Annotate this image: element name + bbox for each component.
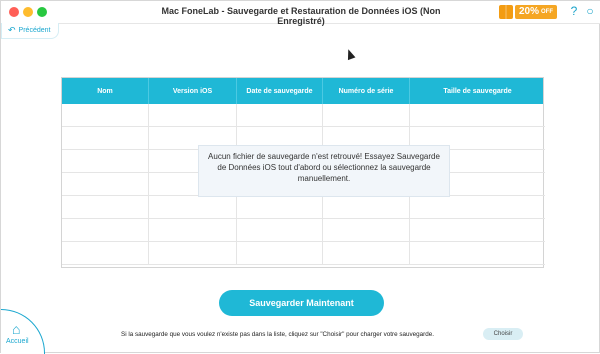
promo-badge[interactable]: 20% OFF: [499, 4, 561, 20]
table-cell: [62, 219, 149, 242]
home-button[interactable]: ⌂ Accueil: [1, 309, 45, 354]
table-cell: [62, 127, 149, 150]
table-cell: [237, 219, 323, 242]
column-header-backup-size[interactable]: Taille de sauvegarde: [410, 78, 545, 104]
home-label: Accueil: [6, 338, 29, 345]
no-backup-notice: Aucun fichier de sauvegarde n'est retrou…: [198, 145, 450, 197]
window-title: Mac FoneLab - Sauvegarde et Restauration…: [161, 6, 441, 26]
table-cell: [149, 104, 237, 127]
help-icon[interactable]: ?: [567, 4, 581, 18]
table-cell: [62, 196, 149, 219]
column-header-name[interactable]: Nom: [62, 78, 149, 104]
table-cell: [323, 242, 410, 265]
save-now-button[interactable]: Sauvegarder Maintenant: [219, 290, 384, 316]
table-cell: [410, 219, 545, 242]
table-cell: [237, 104, 323, 127]
table-cell: [323, 104, 410, 127]
column-header-ios-version[interactable]: Version iOS: [149, 78, 237, 104]
table-header: Nom Version iOS Date de sauvegarde Numér…: [62, 78, 543, 104]
table-cell: [237, 242, 323, 265]
table-cell: [323, 196, 410, 219]
app-window: Mac FoneLab - Sauvegarde et Restauration…: [0, 0, 600, 354]
table-cell: [149, 196, 237, 219]
close-window-button[interactable]: [9, 7, 19, 17]
choose-button[interactable]: Choisir: [483, 328, 523, 340]
table-cell: [62, 150, 149, 173]
discount-label: 20% OFF: [515, 5, 558, 19]
minimize-window-button[interactable]: [23, 7, 33, 17]
title-bar: Mac FoneLab - Sauvegarde et Restauration…: [1, 1, 600, 26]
table-cell: [62, 242, 149, 265]
back-label: Précédent: [18, 27, 51, 34]
table-cell: [149, 242, 237, 265]
footer-hint: Si la sauvegarde que vous voulez n'exist…: [121, 331, 434, 338]
gift-icon: [499, 5, 513, 19]
table-cell: [62, 104, 149, 127]
maximize-window-button[interactable]: [37, 7, 47, 17]
column-header-serial-number[interactable]: Numéro de série: [323, 78, 410, 104]
table-cell: [323, 219, 410, 242]
chat-icon[interactable]: ○: [583, 4, 597, 18]
back-button[interactable]: ↶ Précédent: [1, 23, 59, 39]
table-cell: [149, 219, 237, 242]
column-header-backup-date[interactable]: Date de sauvegarde: [237, 78, 323, 104]
table-cell: [410, 104, 545, 127]
back-arrow-icon: ↶: [8, 25, 16, 35]
table-cell: [237, 196, 323, 219]
table-cell: [410, 196, 545, 219]
table-cell: [62, 173, 149, 196]
mouse-cursor-icon: [344, 47, 356, 61]
table-cell: [410, 242, 545, 265]
home-icon: ⌂: [12, 321, 21, 337]
discount-off-label: OFF: [541, 9, 554, 15]
discount-value: 20%: [519, 6, 540, 17]
